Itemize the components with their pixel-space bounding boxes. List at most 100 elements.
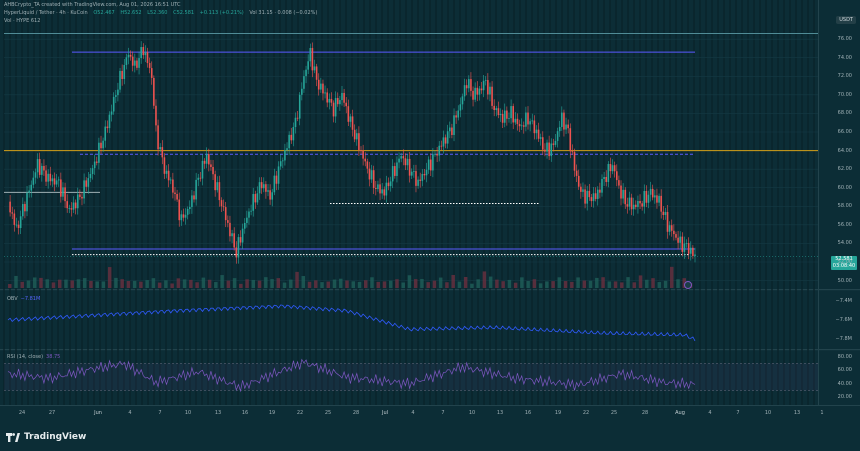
time-tick-label: 10 <box>468 410 476 416</box>
candle-body <box>74 202 77 209</box>
candle-body <box>222 206 225 208</box>
volume-bar <box>157 282 162 288</box>
volume-bar <box>520 277 524 288</box>
candle-body <box>330 98 333 103</box>
tradingview-logo-icon <box>6 432 20 442</box>
volume-bar <box>332 279 337 288</box>
candle-body <box>687 243 690 254</box>
candle-body <box>425 169 428 176</box>
volume-bar <box>76 279 81 288</box>
candle-body <box>317 79 320 90</box>
volume-bar <box>345 280 349 288</box>
candle-body <box>645 190 648 203</box>
volume-bar <box>407 275 412 288</box>
candle-body <box>651 188 654 198</box>
candle-body <box>146 52 149 64</box>
candle-body <box>662 211 665 216</box>
candle-body <box>396 162 398 176</box>
volume-indicator-label[interactable]: Vol · HYPE 612 <box>4 18 40 24</box>
symbol-label[interactable]: HyperLiquid / Tether · 4h · KuCoin <box>4 10 88 16</box>
candle-body <box>561 112 563 127</box>
candle-body <box>609 163 612 172</box>
candle-body <box>383 189 386 196</box>
header-line-3: Vol · HYPE 612 <box>4 18 44 24</box>
candle-body <box>336 98 339 105</box>
volume-bar <box>488 276 493 288</box>
volume-bar <box>432 280 437 288</box>
candle-body <box>381 189 383 194</box>
candle-body <box>256 193 259 203</box>
candle-body <box>575 170 578 176</box>
candle-body <box>670 225 673 231</box>
candle-body <box>415 171 417 186</box>
candle-body <box>216 182 219 191</box>
candle-body <box>520 125 523 127</box>
open-value: O52.467 <box>93 10 115 16</box>
candle-body <box>32 177 35 185</box>
candle-body <box>448 127 451 132</box>
candle-body <box>660 195 662 212</box>
header-line-2: HyperLiquid / Tether · 4h · KuCoin O52.4… <box>4 10 321 16</box>
candle-body <box>214 174 216 191</box>
candle-body <box>347 106 350 122</box>
chart-canvas[interactable] <box>0 0 860 425</box>
candle-body <box>639 201 641 204</box>
volume-bar <box>620 282 624 288</box>
candle-body <box>389 181 392 187</box>
candle-body <box>119 70 121 90</box>
candle-body <box>102 140 104 149</box>
candle-body <box>142 47 145 56</box>
candle-body <box>417 179 419 186</box>
candle-body <box>95 161 98 163</box>
candle-body <box>484 80 487 81</box>
candle-body <box>169 179 172 181</box>
candle-body <box>368 168 371 180</box>
candle-body <box>427 159 430 170</box>
volume-bar <box>120 279 124 288</box>
volume-bar <box>370 277 374 288</box>
candle-body <box>30 184 33 191</box>
candle-body <box>535 129 538 134</box>
candle-body <box>556 131 559 141</box>
candle-body <box>497 108 500 116</box>
tradingview-logo[interactable]: TradingView <box>6 431 86 443</box>
candle-body <box>677 237 679 243</box>
rsi-value: 38.75 <box>46 354 61 360</box>
candle-body <box>351 116 354 130</box>
volume-bar <box>395 279 399 288</box>
obv-pane-label[interactable]: OBV −7.81M <box>7 296 40 302</box>
volume-bar <box>220 275 224 288</box>
time-tick-label: 19 <box>268 410 276 416</box>
time-tick-label: 25 <box>610 410 618 416</box>
candle-body <box>588 190 591 198</box>
volume-bar <box>451 274 455 288</box>
candle-body <box>24 204 26 212</box>
candle-body <box>252 194 255 211</box>
time-tick-label: 22 <box>296 410 304 416</box>
candle-body <box>83 180 85 199</box>
volume-bar <box>320 282 324 288</box>
obv-tick-label: −7.4M <box>835 298 852 305</box>
obv-tick-label: −7.6M <box>835 317 852 323</box>
rsi-pane-label[interactable]: RSI (14, close) 38.75 <box>7 354 60 360</box>
candle-body <box>641 203 643 207</box>
candle-body <box>17 224 20 228</box>
candle-body <box>76 194 79 209</box>
candle-body <box>596 189 599 199</box>
candle-body <box>550 143 553 157</box>
volume-bar <box>32 277 37 288</box>
volume-bar <box>532 279 537 288</box>
author-line: AHBCrypto_TA created with TradingView.co… <box>4 2 181 8</box>
volume-bar <box>413 279 418 288</box>
volume-bar <box>595 277 599 288</box>
candle-body <box>28 190 30 193</box>
volume-bar <box>388 280 393 288</box>
volume-bar <box>45 279 49 288</box>
time-tick-label: 28 <box>352 410 360 416</box>
candle-body <box>197 177 200 180</box>
candle-body <box>353 129 356 140</box>
currency-tag[interactable]: USDT <box>836 16 856 24</box>
candle-body <box>349 116 352 122</box>
volume-bar <box>632 282 637 288</box>
candle-body <box>468 79 470 89</box>
